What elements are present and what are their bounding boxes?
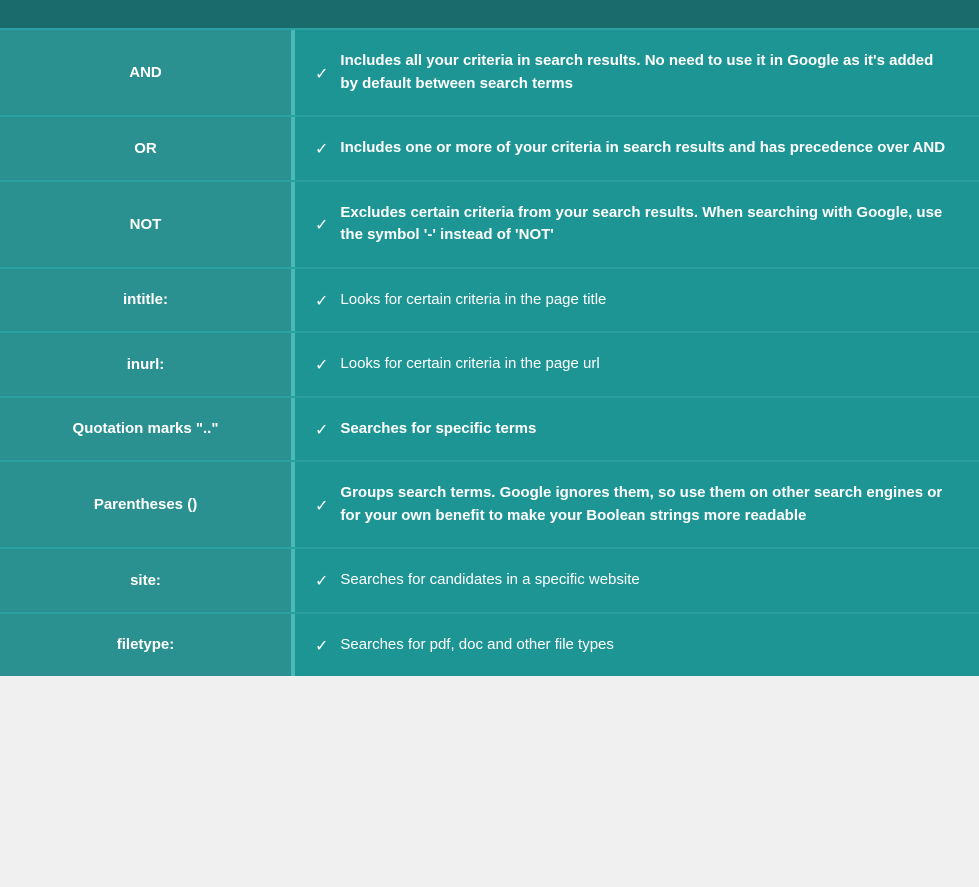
table-header — [0, 0, 979, 28]
use-cell: ✓ Looks for certain criteria in the page … — [295, 269, 979, 332]
term-label: filetype: — [117, 636, 175, 653]
term-cell: OR — [0, 117, 295, 180]
table-row: filetype: ✓ Searches for pdf, doc and othe… — [0, 612, 979, 677]
use-cell: ✓ Searches for candidates in a specific w… — [295, 549, 979, 612]
table-row: inurl: ✓ Looks for certain criteria in the… — [0, 331, 979, 396]
term-label: OR — [134, 140, 157, 157]
checkmark-icon: ✓ — [315, 215, 328, 235]
use-cell: ✓ Searches for pdf, doc and other file ty… — [295, 614, 979, 677]
use-text: Includes one or more of your criteria in… — [340, 137, 945, 160]
use-text: Looks for certain criteria in the page u… — [340, 353, 599, 376]
table-row: NOT ✓ Excludes certain criteria from your … — [0, 180, 979, 267]
term-label: intitle: — [123, 291, 168, 308]
checkmark-icon: ✓ — [315, 496, 328, 516]
use-text: Excludes certain criteria from your sear… — [340, 202, 954, 247]
table-row: OR ✓ Includes one or more of your criteria… — [0, 115, 979, 180]
term-cell: intitle: — [0, 269, 295, 332]
term-cell: site: — [0, 549, 295, 612]
term-cell: Quotation marks ".."​ — [0, 398, 295, 461]
term-label: AND — [129, 64, 162, 81]
use-text: Searches for specific terms — [340, 418, 536, 441]
checkmark-icon: ✓ — [315, 139, 328, 159]
checkmark-icon: ✓ — [315, 355, 328, 375]
table-row: AND ✓ Includes all your criteria in search… — [0, 28, 979, 115]
checkmark-icon: ✓ — [315, 420, 328, 440]
checkmark-icon: ✓ — [315, 636, 328, 656]
checkmark-icon: ✓ — [315, 291, 328, 311]
table-row: site: ✓ Searches for candidates in a speci… — [0, 547, 979, 612]
use-text: Searches for pdf, doc and other file typ… — [340, 634, 614, 657]
use-text: Searches for candidates in a specific we… — [340, 569, 639, 592]
use-text: Looks for certain criteria in the page t… — [340, 289, 606, 312]
term-label: Quotation marks ".."​ — [73, 420, 219, 437]
use-text: Groups search terms. Google ignores them… — [340, 482, 954, 527]
boolean-table: AND ✓ Includes all your criteria in search… — [0, 0, 979, 676]
term-cell: inurl: — [0, 333, 295, 396]
table-row: intitle: ✓ Looks for certain criteria in t… — [0, 267, 979, 332]
term-label: NOT — [130, 216, 162, 233]
use-cell: ✓ Searches for specific terms — [295, 398, 979, 461]
term-cell: AND — [0, 30, 295, 115]
term-label: Parentheses () — [94, 496, 197, 513]
checkmark-icon: ✓ — [315, 571, 328, 591]
term-cell: filetype: — [0, 614, 295, 677]
use-text: Includes all your criteria in search res… — [340, 50, 954, 95]
use-cell: ✓ Includes all your criteria in search re… — [295, 30, 979, 115]
use-cell: ✓ Includes one or more of your criteria i… — [295, 117, 979, 180]
use-cell: ✓ Looks for certain criteria in the page … — [295, 333, 979, 396]
term-label: site: — [130, 572, 161, 589]
table-row: Quotation marks ".."​ ✓ Searches for speci… — [0, 396, 979, 461]
use-cell: ✓ Groups search terms. Google ignores the… — [295, 462, 979, 547]
term-cell: NOT — [0, 182, 295, 267]
table-row: Parentheses () ✓ Groups search terms. Goog… — [0, 460, 979, 547]
checkmark-icon: ✓ — [315, 64, 328, 84]
use-cell: ✓ Excludes certain criteria from your sea… — [295, 182, 979, 267]
table-body: AND ✓ Includes all your criteria in search… — [0, 28, 979, 676]
term-cell: Parentheses () — [0, 462, 295, 547]
term-label: inurl: — [127, 356, 165, 373]
